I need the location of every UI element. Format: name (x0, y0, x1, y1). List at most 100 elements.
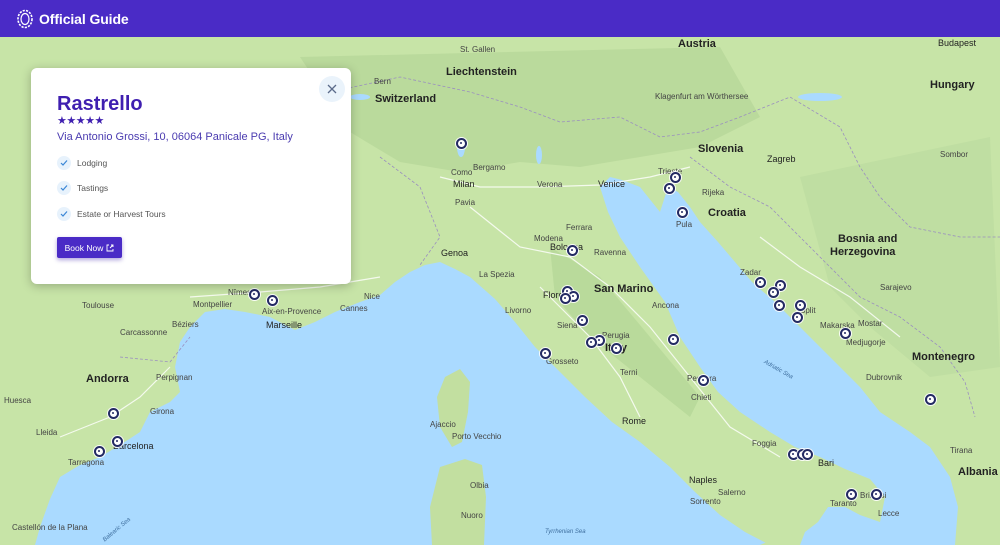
label-cannes: Cannes (340, 304, 368, 313)
label-tarragona: Tarragona (68, 458, 105, 467)
label-croatia: Croatia (708, 207, 746, 219)
map-marker[interactable] (839, 327, 851, 339)
feature-label: Tastings (77, 183, 109, 193)
label-albania: Albania (958, 466, 998, 478)
label-genoa: Genoa (441, 248, 469, 258)
map-marker[interactable] (669, 171, 681, 183)
label-bern: Bern (374, 77, 391, 86)
label-nimes: Nîmes (228, 288, 252, 297)
label-grosseto: Grosseto (546, 357, 579, 366)
label-la-spezia: La Spezia (479, 270, 515, 279)
map-marker[interactable] (111, 435, 123, 447)
map-marker[interactable] (610, 342, 622, 354)
map-marker[interactable] (566, 244, 578, 256)
map-marker[interactable] (773, 299, 785, 311)
label-lleida: Lleida (36, 428, 58, 437)
label-herzegovina: Herzegovina (830, 246, 896, 258)
map-marker[interactable] (801, 448, 813, 460)
brand-name: Official Guide (39, 10, 129, 27)
label-girona: Girona (150, 407, 175, 416)
label-st-gallen: St. Gallen (460, 45, 496, 54)
label-klagenfurt: Klagenfurt am Wörthersee (655, 92, 749, 101)
label-siena: Siena (557, 321, 578, 330)
label-foggia: Foggia (752, 439, 777, 448)
label-venice: Venice (598, 179, 626, 189)
label-lecce: Lecce (878, 509, 900, 518)
winery-address: Via Antonio Grossi, 10, 06064 Panicale P… (57, 131, 293, 143)
map-marker[interactable] (697, 374, 709, 386)
label-beziers: Béziers (172, 320, 199, 329)
top-bar: Official Guide (0, 0, 1000, 37)
label-tyrrhenian-sea: Tyrrhenian Sea (545, 529, 586, 535)
label-budapest: Budapest (938, 38, 977, 48)
label-sarajevo: Sarajevo (880, 283, 912, 292)
map-marker[interactable] (754, 276, 766, 288)
label-olbia: Olbia (470, 481, 489, 490)
label-san-marino: San Marino (594, 283, 654, 295)
label-ferrara: Ferrara (566, 223, 593, 232)
map-marker[interactable] (794, 299, 806, 311)
feature-label: Lodging (77, 158, 108, 168)
winery-title: Rastrello (57, 93, 143, 115)
label-marseille: Marseille (266, 320, 303, 330)
brand-logo[interactable]: Official Guide (16, 9, 129, 29)
map-marker[interactable] (870, 488, 882, 500)
label-ravenna: Ravenna (594, 248, 627, 257)
label-rijeka: Rijeka (702, 188, 725, 197)
label-toulouse: Toulouse (82, 301, 115, 310)
label-hungary: Hungary (930, 79, 975, 91)
feature-tastings: Tastings (57, 180, 108, 196)
label-castellon: Castellón de la Plana (12, 523, 88, 532)
wreath-logo-icon (17, 9, 33, 28)
label-austria: Austria (678, 38, 716, 50)
label-mostar: Mostar (858, 319, 883, 328)
map-marker[interactable] (539, 347, 551, 359)
check-icon (57, 207, 71, 221)
label-bari: Bari (818, 458, 835, 468)
map-marker[interactable] (266, 294, 278, 306)
map-marker[interactable] (663, 182, 675, 194)
label-montenegro: Montenegro (912, 351, 975, 363)
map-marker[interactable] (455, 137, 467, 149)
map-marker[interactable] (107, 407, 119, 419)
label-dubrovnik: Dubrovnik (866, 373, 903, 382)
label-ajaccio: Ajaccio (430, 420, 456, 429)
label-liechtenstein: Liechtenstein (446, 66, 517, 78)
label-milan: Milan (453, 179, 475, 189)
label-slovenia: Slovenia (698, 143, 744, 155)
label-pula: Pula (676, 220, 693, 229)
map-marker[interactable] (576, 314, 588, 326)
map-marker[interactable] (559, 292, 571, 304)
external-link-icon (106, 244, 114, 251)
close-icon (327, 84, 337, 94)
label-pavia: Pavia (455, 198, 476, 207)
map-marker[interactable] (924, 393, 936, 405)
rating-stars: ★★★★★ (57, 115, 104, 127)
map-marker[interactable] (93, 445, 105, 457)
label-nuoro: Nuoro (461, 511, 483, 520)
label-bergamo: Bergamo (473, 163, 506, 172)
map-marker[interactable] (676, 206, 688, 218)
map-marker[interactable] (845, 488, 857, 500)
book-now-button[interactable]: Book Now (57, 237, 122, 258)
label-nice: Nice (364, 292, 381, 301)
label-ancona: Ancona (652, 301, 680, 310)
map-marker[interactable] (791, 311, 803, 323)
map-marker[interactable] (585, 336, 597, 348)
label-taranto: Taranto (830, 499, 857, 508)
label-bosnia: Bosnia and (838, 233, 898, 245)
label-carcassonne: Carcassonne (120, 328, 168, 337)
map-marker[interactable] (667, 333, 679, 345)
label-livorno: Livorno (505, 306, 532, 315)
label-huesca: Huesca (4, 396, 32, 405)
close-button[interactable] (319, 76, 345, 102)
check-icon (57, 156, 71, 170)
map-marker[interactable] (767, 286, 779, 298)
label-aix: Aix-en-Provence (262, 307, 322, 316)
map-marker[interactable] (248, 288, 260, 300)
check-icon (57, 181, 71, 195)
label-zagreb: Zagreb (767, 154, 796, 164)
label-salerno: Salerno (718, 488, 746, 497)
label-perugia: Perugia (602, 331, 630, 340)
label-terni: Terni (620, 368, 638, 377)
